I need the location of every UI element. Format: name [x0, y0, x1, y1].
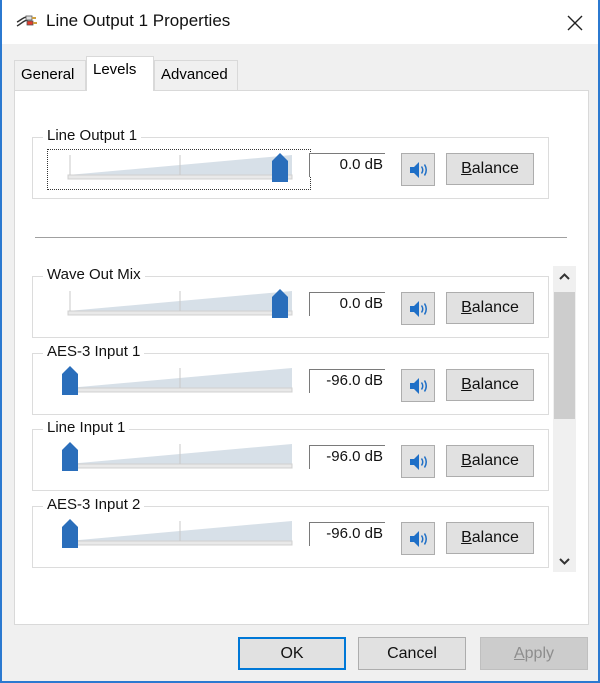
speaker-icon	[410, 162, 427, 178]
speaker-icon	[410, 301, 427, 317]
balance-label: alance	[471, 529, 519, 546]
slider-thumb	[62, 519, 78, 548]
balance-mnemonic: B	[461, 160, 472, 177]
channel-db-value: -96.0 dB	[309, 522, 385, 546]
master-group-label: Line Output 1	[43, 127, 142, 144]
title-bar: Line Output 1 Properties	[2, 0, 598, 44]
tab-levels[interactable]: Levels	[86, 56, 154, 91]
master-balance-button[interactable]: Balance	[446, 153, 534, 185]
tab-levels-label: Levels	[93, 61, 137, 78]
slider-track	[67, 387, 293, 393]
ok-button[interactable]: OK	[238, 637, 346, 670]
slider-graphic	[62, 366, 293, 395]
channel-mute-button[interactable]	[401, 369, 435, 402]
balance-label: alance	[471, 299, 519, 316]
channel-volume-slider[interactable]	[51, 289, 303, 325]
levels-panel: Line Output 1 0.0 dB Balance Wave Out Mi…	[14, 90, 589, 625]
close-icon[interactable]	[562, 10, 588, 36]
master-mute-button[interactable]	[401, 153, 435, 186]
tab-advanced[interactable]: Advanced	[154, 60, 238, 90]
apply-label: pply	[524, 645, 555, 662]
slider-graphic	[67, 289, 293, 318]
balance-label: alance	[471, 160, 519, 177]
chevron-up-icon[interactable]	[553, 266, 576, 288]
slider-graphic	[62, 519, 293, 548]
channel-mute-button[interactable]	[401, 522, 435, 555]
apply-button[interactable]: Apply	[480, 637, 588, 670]
cancel-label: Cancel	[387, 645, 437, 662]
audio-cable-icon	[16, 15, 37, 27]
ok-label: OK	[280, 645, 304, 662]
slider-graphic	[67, 153, 293, 182]
channel-label: Line Input 1	[43, 419, 130, 436]
channels-scrollbar[interactable]	[553, 266, 576, 572]
channel-balance-button[interactable]: Balance	[446, 292, 534, 324]
slider-track	[67, 463, 293, 469]
channel-volume-slider[interactable]	[51, 519, 303, 555]
tab-general-label: General	[21, 66, 75, 83]
scroll-thumb[interactable]	[554, 292, 575, 419]
channel-label: AES-3 Input 2	[43, 496, 145, 513]
channel-label: Wave Out Mix	[43, 266, 145, 283]
slider-graphic	[62, 442, 293, 471]
balance-mnemonic: B	[461, 452, 472, 469]
channel-volume-slider[interactable]	[51, 366, 303, 402]
master-db-value: 0.0 dB	[309, 153, 385, 177]
slider-thumb	[62, 442, 78, 471]
tab-advanced-label: Advanced	[161, 66, 228, 83]
channel-label: AES-3 Input 1	[43, 343, 145, 360]
channel-db-value: 0.0 dB	[309, 292, 385, 316]
channel-mute-button[interactable]	[401, 445, 435, 478]
channel-balance-button[interactable]: Balance	[446, 445, 534, 477]
channel-volume-slider[interactable]	[51, 442, 303, 478]
speaker-icon	[410, 454, 427, 470]
separator	[35, 237, 567, 238]
slider-track	[67, 310, 293, 316]
channel-balance-button[interactable]: Balance	[446, 522, 534, 554]
balance-label: alance	[471, 452, 519, 469]
window-title: Line Output 1 Properties	[46, 11, 231, 30]
slider-track	[67, 174, 293, 180]
tab-general[interactable]: General	[14, 60, 86, 90]
speaker-icon	[410, 531, 427, 547]
properties-dialog: Line Output 1 Properties General Levels …	[0, 0, 600, 683]
balance-label: alance	[471, 376, 519, 393]
apply-mnemonic: A	[513, 645, 525, 662]
slider-track	[67, 540, 293, 546]
balance-mnemonic: B	[461, 376, 472, 393]
master-volume-slider[interactable]	[47, 149, 311, 190]
channel-mute-button[interactable]	[401, 292, 435, 325]
channel-db-value: -96.0 dB	[309, 445, 385, 469]
cancel-button[interactable]: Cancel	[358, 637, 466, 670]
balance-mnemonic: B	[461, 529, 472, 546]
slider-thumb	[62, 366, 78, 395]
speaker-icon	[410, 378, 427, 394]
channel-db-value: -96.0 dB	[309, 369, 385, 393]
chevron-down-icon[interactable]	[553, 550, 576, 572]
channel-balance-button[interactable]: Balance	[446, 369, 534, 401]
balance-mnemonic: B	[461, 299, 472, 316]
